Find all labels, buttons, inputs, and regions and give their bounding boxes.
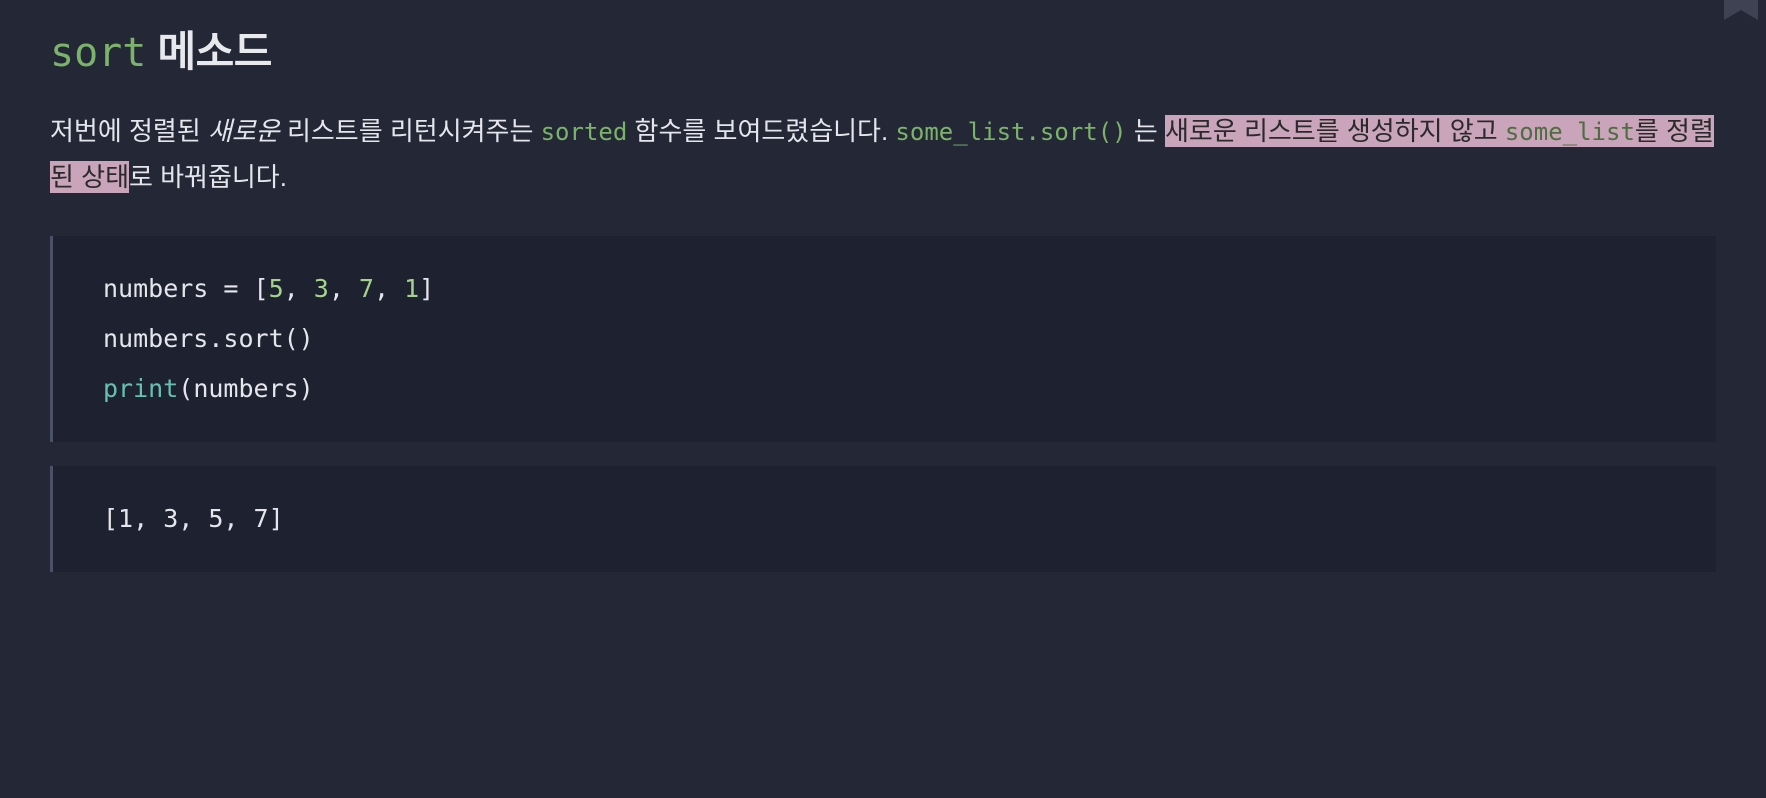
text: 함수를 보여드렸습니다. [627,116,895,146]
article-body: sort 메소드 저번에 정렬된 새로운 리스트를 리턴시켜주는 sorted … [0,0,1766,636]
page-title: sort 메소드 [50,18,1716,79]
code-number: 1 [404,274,419,303]
code-text: , [374,274,404,303]
code-number: 7 [359,274,374,303]
code-text: numbers = [ [103,274,269,303]
text: 리스트를 리턴시켜주는 [280,116,541,146]
code-block-source[interactable]: numbers = [5, 3, 7, 1] numbers.sort() pr… [50,236,1716,442]
code-text: (numbers) [178,374,313,403]
code-text: , [284,274,314,303]
code-block-output[interactable]: [1, 3, 5, 7] [50,466,1716,572]
text: 저번에 정렬된 [50,116,208,146]
intro-paragraph: 저번에 정렬된 새로운 리스트를 리턴시켜주는 sorted 함수를 보여드렸습… [50,109,1716,200]
text: 는 [1127,116,1165,146]
code-number: 5 [269,274,284,303]
inline-code: sorted [541,118,628,146]
code-number: 3 [314,274,329,303]
title-code: sort [50,30,146,76]
inline-code: some_list.sort() [895,118,1126,146]
highlight-text: 새로운 리스트를 생성하지 않고 [1165,116,1505,146]
bookmark-icon[interactable] [1722,0,1760,22]
code-text: ] [419,274,434,303]
highlight-code: some_list [1505,118,1635,146]
output-text: [1, 3, 5, 7] [103,504,284,533]
emphasis: 새로운 [208,116,280,146]
code-text: numbers.sort() [103,324,314,353]
text: 로 바꿔줍니다. [129,162,287,192]
title-text: 메소드 [146,28,272,75]
code-function: print [103,374,178,403]
code-text: , [329,274,359,303]
